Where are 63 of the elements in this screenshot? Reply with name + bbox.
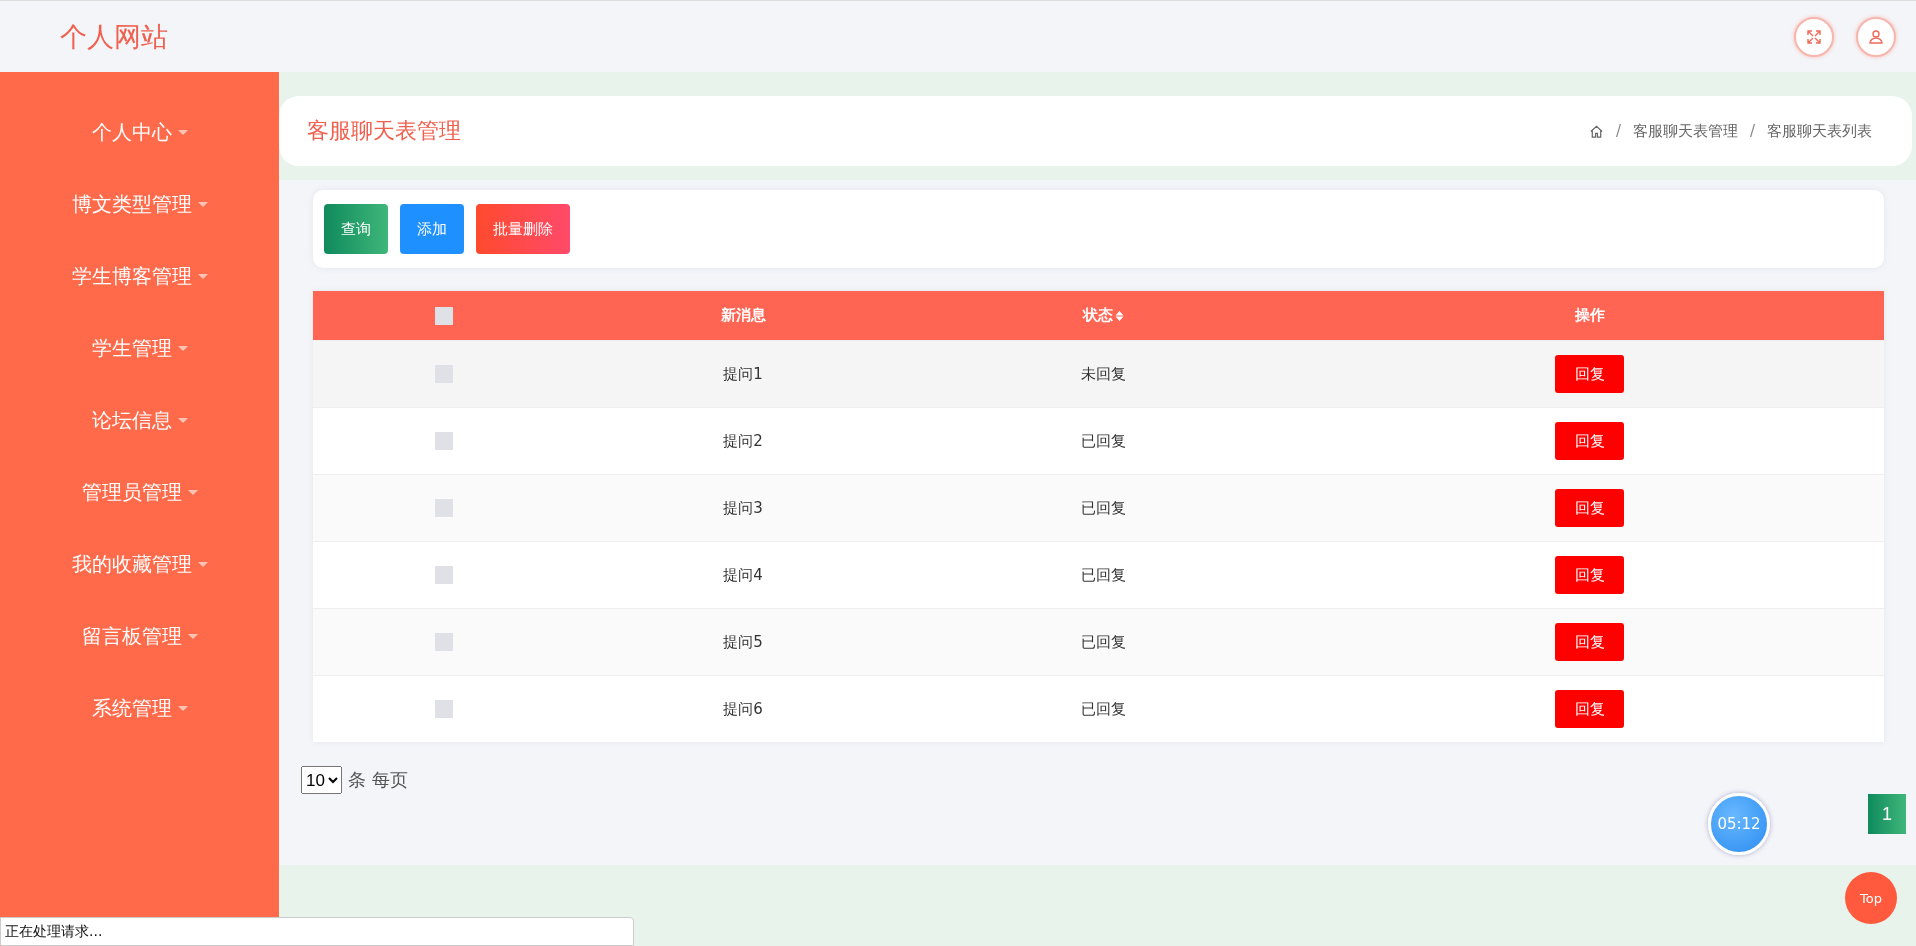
add-button[interactable]: 添加: [400, 204, 464, 254]
checkbox[interactable]: [435, 633, 453, 651]
column-header[interactable]: 新消息: [720, 306, 766, 325]
batch-delete-button[interactable]: 批量删除: [476, 204, 570, 254]
caret-icon: [197, 201, 208, 207]
sidebar-item[interactable]: 我的收藏管理: [0, 528, 279, 600]
user-icon[interactable]: [1856, 16, 1896, 57]
table-cell: 已回复: [1080, 699, 1126, 719]
caret-icon: [177, 417, 188, 423]
caret-icon: [187, 633, 198, 639]
page-size-select[interactable]: 10: [301, 766, 342, 794]
table-cell: 已回复: [1080, 632, 1126, 652]
fullscreen-icon[interactable]: [1794, 16, 1834, 57]
caret-icon: [187, 489, 198, 495]
caret-icon: [177, 705, 188, 711]
table-cell: 提问1: [723, 364, 763, 384]
reply-button[interactable]: 回复: [1555, 355, 1624, 393]
breadcrumb-separator: /: [1749, 122, 1755, 140]
column-header[interactable]: 操作: [1574, 306, 1605, 325]
checkbox[interactable]: [435, 499, 453, 517]
checkbox[interactable]: [435, 306, 453, 325]
page-button[interactable]: 1: [1868, 794, 1906, 834]
column-header[interactable]: 状态: [1082, 306, 1124, 325]
reply-button[interactable]: 回复: [1555, 489, 1624, 527]
site-title: 个人网站: [60, 19, 168, 54]
sidebar-item[interactable]: 系统管理: [0, 672, 279, 744]
caret-icon: [177, 345, 188, 351]
table-cell: 提问6: [723, 699, 763, 719]
caret-icon: [197, 561, 208, 567]
browser-status: 正在处理请求...: [0, 917, 634, 946]
table-cell: 提问2: [723, 431, 763, 451]
table-cell: 已回复: [1080, 565, 1126, 585]
checkbox[interactable]: [435, 566, 453, 584]
table-cell: 已回复: [1080, 498, 1126, 518]
reply-button[interactable]: 回复: [1555, 556, 1624, 594]
checkbox[interactable]: [435, 700, 453, 718]
reply-button[interactable]: 回复: [1555, 422, 1624, 460]
sidebar-item[interactable]: 个人中心: [0, 96, 279, 168]
table-cell: 提问4: [723, 565, 763, 585]
checkbox[interactable]: [435, 432, 453, 450]
sidebar-item[interactable]: 管理员管理: [0, 456, 279, 528]
table-cell: 提问5: [723, 632, 763, 652]
sidebar-item[interactable]: 博文类型管理: [0, 168, 279, 240]
sidebar-item[interactable]: 留言板管理: [0, 600, 279, 672]
home-icon[interactable]: [1588, 123, 1604, 139]
page-size-label: 条 每页: [348, 768, 408, 792]
table-cell: 提问3: [723, 498, 763, 518]
breadcrumb-separator: /: [1615, 122, 1621, 140]
sort-icon[interactable]: [1114, 309, 1124, 322]
table-cell: 未回复: [1080, 364, 1126, 384]
breadcrumb-link[interactable]: 客服聊天表列表: [1767, 121, 1872, 141]
timer-badge[interactable]: 05:12: [1708, 793, 1770, 855]
sidebar-item[interactable]: 学生博客管理: [0, 240, 279, 312]
reply-button[interactable]: 回复: [1555, 623, 1624, 661]
caret-icon: [197, 273, 208, 279]
sidebar-item[interactable]: 学生管理: [0, 312, 279, 384]
reply-button[interactable]: 回复: [1555, 690, 1624, 728]
caret-icon: [177, 129, 188, 135]
table-cell: 已回复: [1080, 431, 1126, 451]
sidebar-item[interactable]: 论坛信息: [0, 384, 279, 456]
page-title: 客服聊天表管理: [307, 117, 461, 145]
breadcrumb-link[interactable]: 客服聊天表管理: [1632, 121, 1738, 141]
search-button[interactable]: 查询: [324, 204, 388, 254]
